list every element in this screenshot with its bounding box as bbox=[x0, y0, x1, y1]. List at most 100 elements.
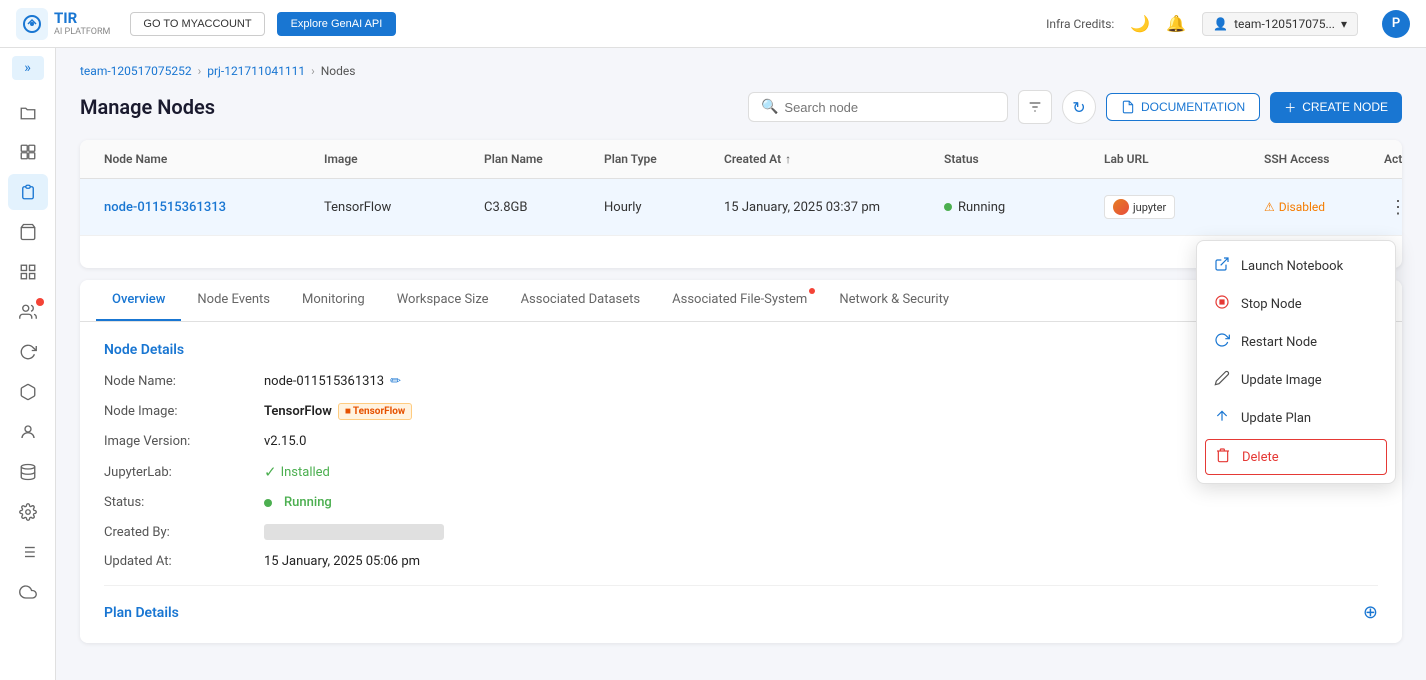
col-created-at[interactable]: Created At ↑ bbox=[716, 140, 936, 178]
col-lab-url: Lab URL bbox=[1096, 140, 1256, 178]
tab-workspace-size[interactable]: Workspace Size bbox=[381, 280, 505, 321]
plan-details-title: Plan Details bbox=[104, 605, 179, 621]
created-by-placeholder bbox=[264, 524, 444, 540]
col-ssh-access: SSH Access bbox=[1256, 140, 1376, 178]
menu-label-launch: Launch Notebook bbox=[1241, 259, 1343, 274]
sidebar-item-alerts[interactable] bbox=[8, 294, 48, 330]
detail-label-updated-at: Updated At: bbox=[104, 554, 264, 569]
page-title: Manage Nodes bbox=[80, 95, 215, 119]
logo-area: TIR AI PLATFORM bbox=[16, 8, 110, 40]
status-running-badge: Running bbox=[264, 495, 332, 510]
main-content: team-120517075252 › prj-121711041111 › N… bbox=[56, 48, 1426, 680]
breadcrumb-sep-1: › bbox=[198, 64, 202, 78]
tab-network-security[interactable]: Network & Security bbox=[823, 280, 965, 321]
detail-label-node-image: Node Image: bbox=[104, 404, 264, 419]
breadcrumb-sep-2: › bbox=[311, 64, 315, 78]
cell-plan-name: C3.8GB bbox=[476, 179, 596, 235]
notifications-icon[interactable]: 🔔 bbox=[1166, 14, 1186, 33]
col-status: Status bbox=[936, 140, 1096, 178]
stop-icon bbox=[1213, 294, 1231, 314]
detail-label-image-version: Image Version: bbox=[104, 434, 264, 449]
filter-button[interactable] bbox=[1018, 90, 1052, 124]
breadcrumb-project[interactable]: prj-121711041111 bbox=[207, 64, 305, 78]
tensorflow-label: TensorFlow bbox=[264, 404, 332, 419]
jupyter-badge[interactable]: jupyter bbox=[1104, 195, 1175, 219]
plus-icon: ＋ bbox=[1284, 99, 1296, 116]
menu-item-stop-node[interactable]: Stop Node bbox=[1197, 285, 1395, 323]
cell-actions: ⋮ bbox=[1376, 179, 1402, 235]
sidebar-item-nodes[interactable] bbox=[8, 174, 48, 210]
menu-item-restart-node[interactable]: Restart Node bbox=[1197, 323, 1395, 361]
team-selector[interactable]: 👤 team-120517075... ▾ bbox=[1202, 12, 1358, 36]
sidebar-item-cloud[interactable] bbox=[8, 574, 48, 610]
status-text: Running bbox=[958, 200, 1005, 215]
detail-label-jupyterlab: JupyterLab: bbox=[104, 465, 264, 480]
tab-monitoring[interactable]: Monitoring bbox=[286, 280, 381, 321]
update-plan-icon bbox=[1213, 408, 1231, 428]
detail-label-status: Status: bbox=[104, 495, 264, 510]
create-node-button[interactable]: ＋ CREATE NODE bbox=[1270, 92, 1402, 123]
ssh-warning: ⚠ Disabled bbox=[1264, 200, 1325, 214]
sidebar-item-settings[interactable] bbox=[8, 494, 48, 530]
dark-mode-icon[interactable]: 🌙 bbox=[1130, 14, 1150, 33]
sidebar-item-grid[interactable] bbox=[8, 254, 48, 290]
sidebar-item-list[interactable] bbox=[8, 534, 48, 570]
sidebar-item-box[interactable] bbox=[8, 374, 48, 410]
plan-details-expand-icon[interactable]: ⊕ bbox=[1363, 602, 1378, 623]
node-name-value: node-011515361313 bbox=[264, 374, 384, 389]
edit-node-name-icon[interactable]: ✏ bbox=[390, 374, 401, 389]
sidebar: » bbox=[0, 48, 56, 680]
logo-sub: AI PLATFORM bbox=[54, 27, 110, 38]
status-running-dot bbox=[264, 499, 272, 507]
explore-genai-button[interactable]: Explore GenAI API bbox=[277, 12, 397, 36]
context-menu: Launch Notebook Stop Node Restart Node U… bbox=[1196, 240, 1396, 484]
tab-overview[interactable]: Overview bbox=[96, 280, 181, 321]
cell-image: TensorFlow bbox=[316, 179, 476, 235]
table-header: Node Name Image Plan Name Plan Type Crea… bbox=[80, 140, 1402, 179]
sidebar-toggle-button[interactable]: » bbox=[12, 56, 44, 80]
refresh-button[interactable]: ↻ bbox=[1062, 90, 1096, 124]
detail-value-image-version: v2.15.0 bbox=[264, 434, 306, 449]
tab-node-events[interactable]: Node Events bbox=[181, 280, 286, 321]
delete-icon bbox=[1214, 447, 1232, 467]
user-avatar[interactable]: P bbox=[1382, 10, 1410, 38]
version-value: v2.15.0 bbox=[264, 434, 306, 449]
documentation-button[interactable]: DOCUMENTATION bbox=[1106, 93, 1260, 121]
go-to-myaccount-button[interactable]: GO TO MYACCOUNT bbox=[130, 12, 264, 36]
updated-at-value: 15 January, 2025 05:06 pm bbox=[264, 554, 420, 569]
cell-plan-type: Hourly bbox=[596, 179, 716, 235]
launch-icon bbox=[1213, 256, 1231, 276]
node-details-title: Node Details bbox=[104, 342, 1378, 358]
create-node-label: CREATE NODE bbox=[1302, 100, 1388, 114]
menu-item-launch-notebook[interactable]: Launch Notebook bbox=[1197, 247, 1395, 285]
tab-associated-datasets[interactable]: Associated Datasets bbox=[505, 280, 657, 321]
breadcrumb-team[interactable]: team-120517075252 bbox=[80, 64, 192, 78]
menu-label-stop: Stop Node bbox=[1241, 297, 1302, 312]
search-box[interactable]: 🔍 bbox=[748, 92, 1008, 122]
node-name-link[interactable]: node-011515361313 bbox=[104, 200, 226, 215]
installed-badge: ✓ Installed bbox=[264, 463, 330, 481]
tab-associated-filesystem[interactable]: Associated File-System bbox=[656, 280, 823, 321]
actions-menu-button[interactable]: ⋮ bbox=[1384, 193, 1402, 221]
alerts-badge bbox=[36, 298, 44, 306]
sidebar-item-dashboard[interactable] bbox=[8, 134, 48, 170]
menu-item-update-image[interactable]: Update Image bbox=[1197, 361, 1395, 399]
menu-item-update-plan[interactable]: Update Plan bbox=[1197, 399, 1395, 437]
logo-text: TIR AI PLATFORM bbox=[54, 9, 110, 38]
sidebar-item-team[interactable] bbox=[8, 414, 48, 450]
search-input[interactable] bbox=[784, 100, 995, 115]
menu-label-restart: Restart Node bbox=[1241, 335, 1317, 350]
header-actions: 🔍 ↻ DOCUMENTATION ＋ CREATE NODE bbox=[748, 90, 1402, 124]
restart-icon bbox=[1213, 332, 1231, 352]
col-actions: Actions bbox=[1376, 140, 1402, 178]
cell-ssh-access: ⚠ Disabled bbox=[1256, 179, 1376, 235]
sidebar-item-shop[interactable] bbox=[8, 214, 48, 250]
menu-label-update-image: Update Image bbox=[1241, 373, 1322, 388]
cell-lab-url: jupyter bbox=[1096, 179, 1256, 235]
jupyter-label: jupyter bbox=[1133, 201, 1166, 214]
sidebar-item-storage[interactable] bbox=[8, 454, 48, 490]
menu-item-delete[interactable]: Delete bbox=[1205, 439, 1387, 475]
sidebar-item-files[interactable] bbox=[8, 94, 48, 130]
sidebar-item-refresh[interactable] bbox=[8, 334, 48, 370]
status-dot bbox=[944, 203, 952, 211]
